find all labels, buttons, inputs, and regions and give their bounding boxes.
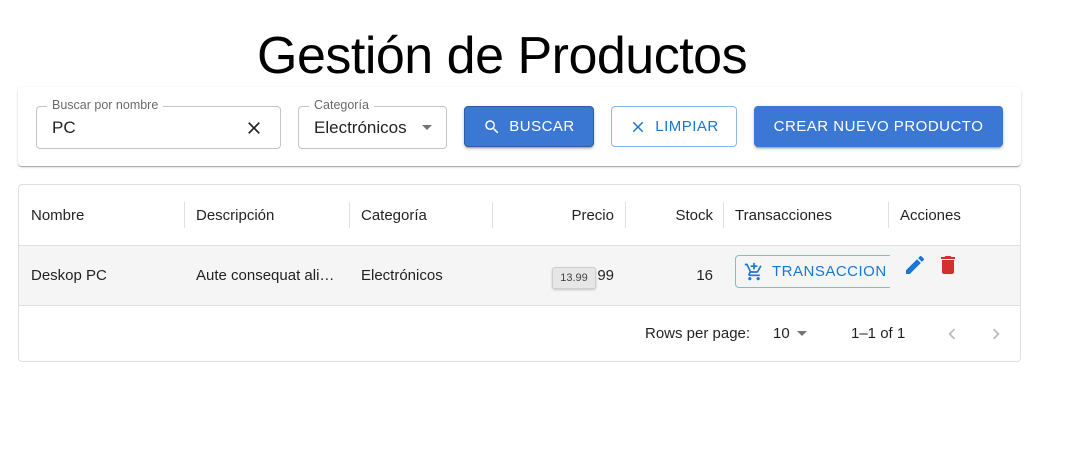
column-header-transacciones[interactable]: Transacciones	[735, 185, 832, 245]
column-separator[interactable]	[625, 202, 626, 228]
chevron-down-icon	[422, 125, 432, 130]
previous-page-button[interactable]	[941, 323, 963, 345]
create-product-button[interactable]: CREAR NUEVO PRODUCTO	[754, 106, 1003, 147]
search-button-label: BUSCAR	[509, 118, 575, 135]
page-title: Gestión de Productos	[257, 27, 748, 85]
close-icon	[632, 121, 644, 132]
search-icon	[485, 119, 499, 133]
chevron-left-icon	[948, 328, 956, 340]
cell-nombre: Deskop PC	[31, 267, 107, 284]
search-input-label: Buscar por nombre	[47, 98, 164, 112]
column-separator[interactable]	[723, 202, 724, 228]
trash-icon	[941, 256, 955, 274]
pagination-range: 1–1 of 1	[851, 325, 906, 342]
filter-panel: Buscar por nombre PC Categoría Electróni…	[18, 87, 1021, 166]
column-separator[interactable]	[888, 202, 889, 228]
column-separator[interactable]	[492, 202, 493, 228]
cell-descripcion: Aute consequat ali…	[196, 267, 335, 284]
category-select[interactable]: Categoría Electrónicos	[298, 98, 447, 149]
search-button[interactable]: BUSCAR	[464, 106, 594, 147]
transactions-button-label: TRANSACCION	[772, 263, 887, 280]
create-product-button-label: CREAR NUEVO PRODUCTO	[773, 118, 984, 135]
column-header-precio[interactable]: Precio	[504, 185, 614, 245]
table-pagination: Rows per page: 10 1–1 of 1	[19, 306, 1020, 361]
column-separator[interactable]	[349, 202, 350, 228]
edit-icon	[906, 255, 925, 274]
cell-stock: 16	[696, 267, 713, 284]
add-shopping-cart-icon	[744, 262, 762, 280]
rows-per-page-select[interactable]: 10	[773, 325, 790, 342]
column-header-categoria[interactable]: Categoría	[361, 185, 427, 245]
products-table: Nombre Descripción Categoría Precio Stoc…	[18, 184, 1021, 362]
next-page-button[interactable]	[985, 323, 1007, 345]
price-tooltip: 13.99	[552, 267, 596, 289]
category-select-value: Electrónicos	[314, 118, 407, 137]
clear-search-icon[interactable]	[244, 118, 264, 138]
column-separator[interactable]	[184, 202, 185, 228]
transactions-button[interactable]: TRANSACCION	[735, 255, 890, 288]
category-select-label: Categoría	[309, 98, 374, 112]
table-header-row: Nombre Descripción Categoría Precio Stoc…	[19, 185, 1020, 246]
chevron-down-icon[interactable]	[797, 331, 807, 336]
clear-button[interactable]: LIMPIAR	[611, 106, 737, 147]
search-input[interactable]: Buscar por nombre PC	[36, 98, 281, 149]
delete-button[interactable]	[936, 253, 960, 277]
rows-per-page-label: Rows per page:	[645, 325, 751, 342]
edit-button[interactable]	[903, 253, 927, 277]
search-input-value[interactable]: PC	[52, 118, 76, 138]
column-header-descripcion[interactable]: Descripción	[196, 185, 274, 245]
column-header-acciones[interactable]: Acciones	[900, 185, 961, 245]
chevron-right-icon	[992, 328, 1000, 340]
clear-button-label: LIMPIAR	[655, 118, 719, 135]
column-header-stock[interactable]: Stock	[637, 185, 713, 245]
cell-categoria: Electrónicos	[361, 267, 443, 284]
column-header-nombre[interactable]: Nombre	[31, 185, 84, 245]
